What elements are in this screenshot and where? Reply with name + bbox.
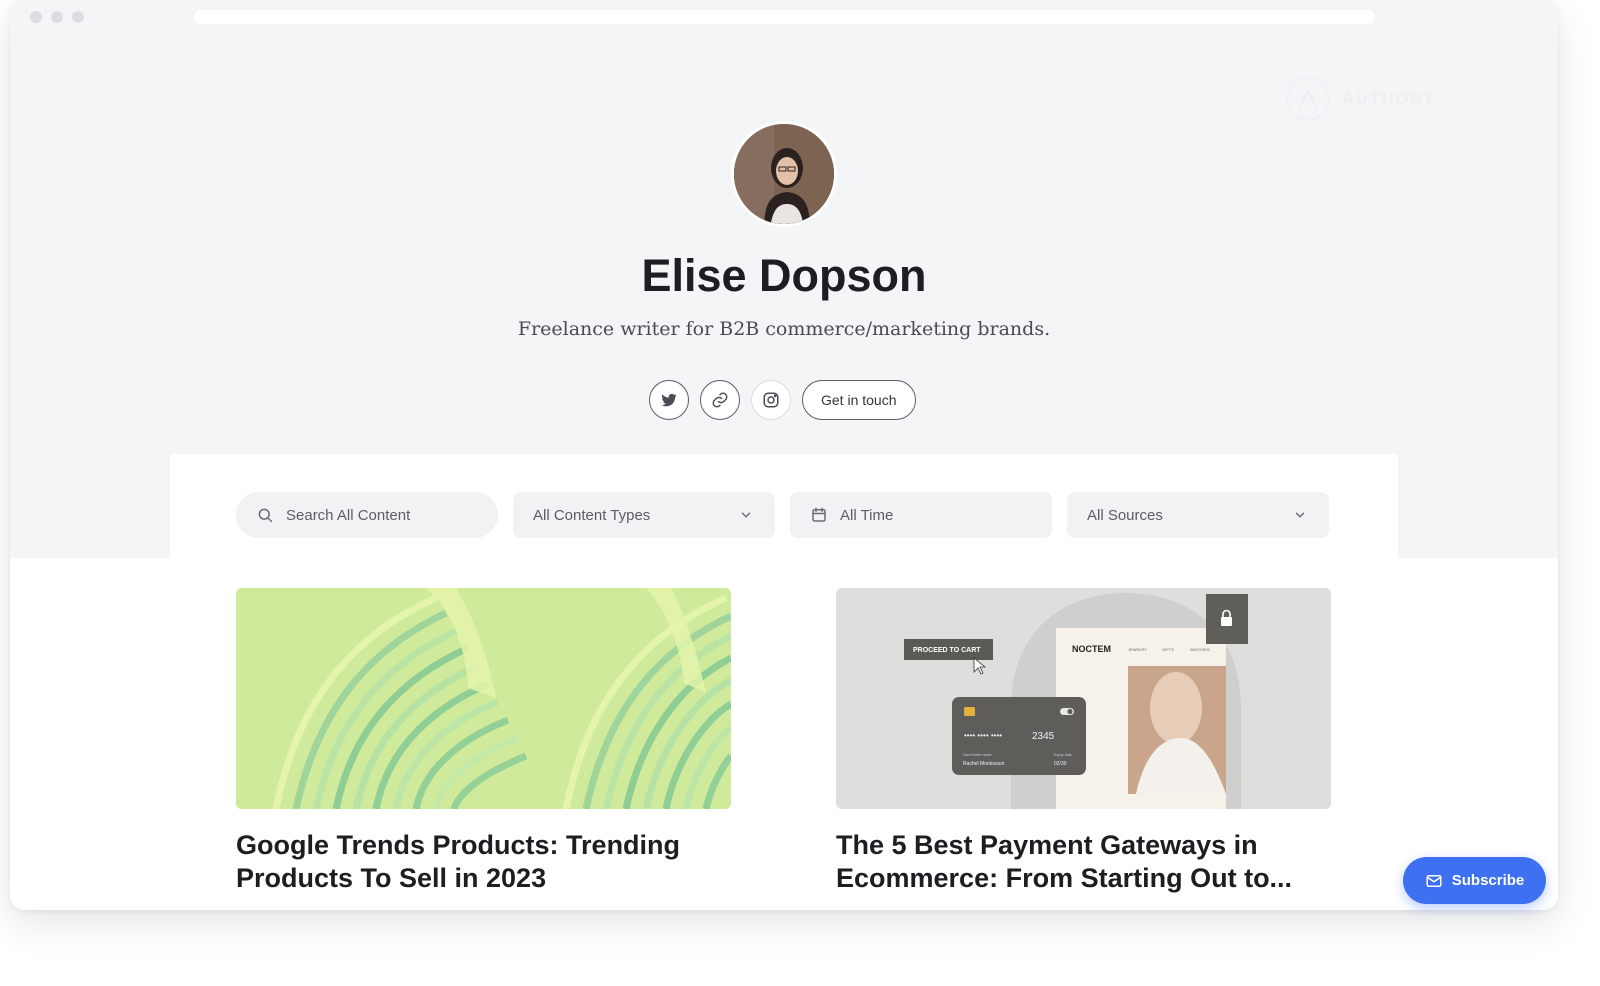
article-card[interactable]: NOCTEM JEWELRY GIFTS WATCHES PROCEED TO …: [836, 588, 1331, 895]
chevron-down-icon: [739, 508, 753, 522]
card-number-end: 2345: [1032, 731, 1055, 742]
instagram-icon: [762, 391, 780, 409]
card-holder-name: Rachel Montessori: [963, 761, 1004, 767]
authory-logo-text: AUTHORY: [1342, 89, 1436, 108]
minimize-window-button[interactable]: [51, 11, 63, 23]
close-window-button[interactable]: [30, 11, 42, 23]
cart-button-text: PROCEED TO CART: [913, 647, 981, 654]
article-thumbnail[interactable]: NOCTEM JEWELRY GIFTS WATCHES PROCEED TO …: [836, 588, 1331, 809]
link-icon: [711, 391, 729, 409]
content-type-select[interactable]: All Content Types: [513, 492, 775, 538]
store-nav-item: JEWELRY: [1128, 647, 1147, 652]
article-thumbnail[interactable]: [236, 588, 731, 809]
search-input[interactable]: Search All Content: [236, 492, 498, 538]
social-links: Get in touch: [649, 380, 916, 420]
twitter-icon: [660, 391, 678, 409]
authory-logo[interactable]: AUTHORY: [1286, 77, 1436, 121]
store-name: NOCTEM: [1072, 644, 1111, 654]
profile-name: Elise Dopson: [641, 250, 927, 301]
time-range-select[interactable]: All Time: [790, 492, 1052, 538]
article-title[interactable]: Google Trends Products: Trending Product…: [236, 829, 731, 895]
subscribe-button[interactable]: Subscribe: [1403, 857, 1546, 904]
filter-bar: Search All Content All Content Types All…: [236, 492, 1329, 538]
search-icon: [256, 506, 274, 524]
get-in-touch-button[interactable]: Get in touch: [802, 380, 916, 420]
avatar: [731, 121, 837, 227]
article-card[interactable]: Google Trends Products: Trending Product…: [236, 588, 731, 895]
sources-select[interactable]: All Sources: [1067, 492, 1329, 538]
address-bar[interactable]: [194, 10, 1375, 24]
card-expiry: 02/30: [1054, 761, 1067, 767]
content-type-value: All Content Types: [533, 506, 651, 524]
store-nav-item: GIFTS: [1162, 647, 1174, 652]
browser-window: AUTHORY Elise Dopson Freelance writer fo…: [10, 0, 1558, 910]
maximize-window-button[interactable]: [72, 11, 84, 23]
profile-bio: Freelance writer for B2B commerce/market…: [517, 318, 1051, 340]
window-controls: [30, 11, 84, 23]
card-number-dots: •••• •••• ••••: [964, 731, 1002, 740]
time-range-value: All Time: [840, 506, 894, 524]
chevron-down-icon: [1293, 508, 1307, 522]
article-title[interactable]: The 5 Best Payment Gateways in Ecommerce…: [836, 829, 1331, 895]
search-placeholder: Search All Content: [286, 506, 411, 524]
sources-value: All Sources: [1087, 506, 1163, 524]
authory-logo-icon: [1286, 77, 1330, 121]
twitter-link-button[interactable]: [649, 380, 689, 420]
mail-icon: [1425, 872, 1443, 890]
store-nav-item: WATCHES: [1190, 647, 1210, 652]
subscribe-label: Subscribe: [1451, 872, 1525, 889]
website-link-button[interactable]: [700, 380, 740, 420]
calendar-icon: [810, 506, 828, 524]
card-holder-label: Card Holder name: [963, 753, 992, 757]
instagram-link-button[interactable]: [751, 380, 791, 420]
card-expiry-label: Expiry Date: [1054, 753, 1072, 757]
